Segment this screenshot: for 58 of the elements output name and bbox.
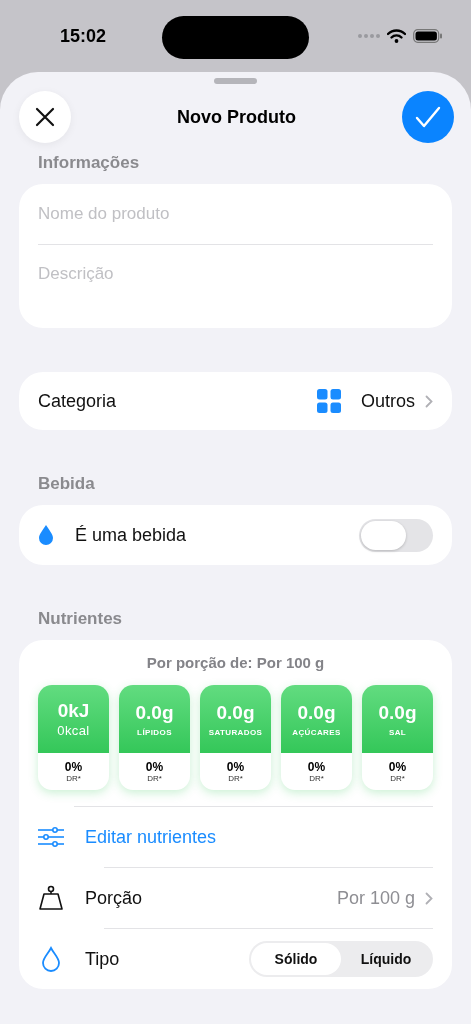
portion-row[interactable]: Porção Por 100 g bbox=[38, 868, 433, 928]
row-label: Porção bbox=[85, 887, 144, 909]
sliders-icon bbox=[38, 827, 64, 847]
row-label: Tipo bbox=[85, 948, 121, 970]
status-time: 15:02 bbox=[60, 25, 107, 47]
nutrient-label: SAL bbox=[388, 727, 407, 737]
drop-icon bbox=[38, 524, 54, 546]
nutrient-value: 0kJ bbox=[57, 700, 90, 722]
sheet-title: Novo Produto bbox=[177, 106, 296, 128]
wifi-icon bbox=[387, 29, 406, 43]
nutrient-tile[interactable]: 0.0g LÍPIDOS 0% DR* bbox=[119, 685, 190, 790]
checkmark-icon bbox=[415, 106, 441, 128]
category-row[interactable]: Categoria Outros bbox=[19, 372, 452, 430]
nutrient-tile[interactable]: 0kJ 0kcal 0% DR* bbox=[38, 685, 109, 790]
text-field[interactable]: Descrição bbox=[19, 244, 452, 328]
row-value: Outros bbox=[360, 390, 415, 412]
battery-icon bbox=[413, 29, 443, 43]
nutrient-label: LÍPIDOS bbox=[137, 727, 172, 737]
portion-caption: Por porção de: Por 100 g bbox=[145, 654, 326, 671]
nutrient-value: 0.0g bbox=[378, 701, 417, 724]
field-input[interactable]: Descrição bbox=[38, 244, 433, 303]
toggle-label: É uma bebida bbox=[75, 524, 188, 546]
row-label: Categoria bbox=[38, 390, 118, 412]
daily-reference: DR* bbox=[309, 774, 324, 783]
section-label: Nutrientes bbox=[37, 608, 124, 630]
nutrient-tile[interactable]: 0.0g AÇÚCARES 0% DR* bbox=[281, 685, 352, 790]
daily-percent: 0% bbox=[388, 760, 407, 774]
edit-nutrients-link: Editar nutrientes bbox=[85, 826, 217, 848]
drink-toggle[interactable] bbox=[359, 518, 433, 552]
daily-percent: 0% bbox=[226, 760, 245, 774]
close-button[interactable] bbox=[19, 91, 71, 143]
row-value: Por 100 g bbox=[336, 887, 415, 909]
segment-option[interactable]: Líquido bbox=[341, 943, 431, 975]
nutrient-label: AÇÚCARES bbox=[292, 727, 341, 737]
nutrient-value: 0.0g bbox=[135, 701, 174, 724]
daily-reference: DR* bbox=[390, 774, 405, 783]
nutrient-value: 0.0g bbox=[216, 701, 255, 724]
chevron-icon bbox=[425, 394, 433, 408]
section-label: Informações bbox=[37, 152, 141, 174]
daily-percent: 0% bbox=[307, 760, 326, 774]
close-icon bbox=[35, 107, 55, 127]
nutrient-value: 0.0g bbox=[297, 701, 336, 724]
daily-reference: DR* bbox=[66, 774, 81, 783]
grid-icon bbox=[316, 389, 341, 413]
nutrient-label: 0kcal bbox=[57, 723, 90, 738]
confirm-button[interactable] bbox=[402, 91, 454, 143]
segment-option[interactable]: Sólido bbox=[251, 943, 341, 975]
nutrient-label: SATURADOS bbox=[208, 727, 263, 737]
chevron-icon bbox=[425, 891, 433, 905]
daily-percent: 0% bbox=[145, 760, 164, 774]
daily-percent: 0% bbox=[64, 760, 83, 774]
signal-icon bbox=[358, 33, 380, 39]
section-label: Bebida bbox=[37, 473, 96, 495]
daily-reference: DR* bbox=[147, 774, 162, 783]
daily-reference: DR* bbox=[228, 774, 243, 783]
nutrient-tile[interactable]: 0.0g SAL 0% DR* bbox=[362, 685, 433, 790]
weight-icon bbox=[38, 885, 64, 911]
nutrient-tile[interactable]: 0.0g SATURADOS 0% DR* bbox=[200, 685, 271, 790]
